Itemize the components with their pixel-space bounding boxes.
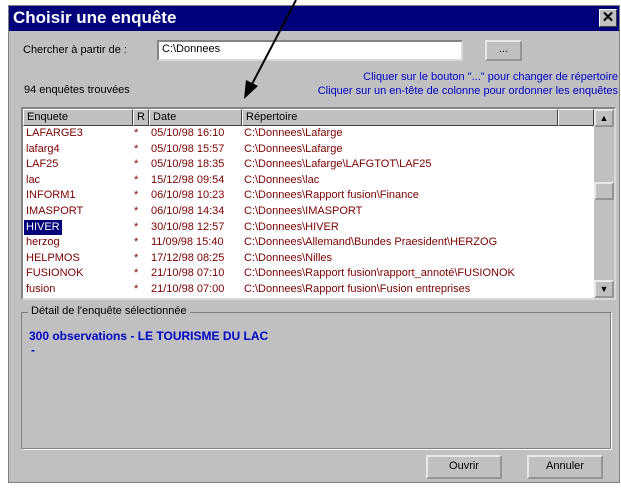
table-row[interactable]: IMASPORT * 06/10/98 14:34 C:\Donnees\IMASPO… [23, 204, 594, 220]
survey-directory: C:\Donnees\Nilles [244, 251, 333, 264]
hint-change-directory: Cliquer sur le bouton "..." pour changer… [363, 71, 618, 83]
survey-name: fusion [26, 282, 56, 295]
survey-date: 21/10/98 07:10 [151, 267, 225, 280]
table-row[interactable]: herzog * 11/09/98 15:40 C:\Donnees\Allemand… [23, 235, 594, 251]
table-row[interactable]: FUSIONOK * 21/10/98 07:10 C:\Donnees\Rappor… [23, 266, 594, 282]
table-row[interactable]: lac * 15/12/98 09:54 C:\Donnees\lac [23, 173, 594, 189]
survey-flag: * [134, 298, 138, 299]
survey-flag: * [134, 142, 139, 155]
survey-flag: * [134, 189, 139, 202]
survey-name: herzog [26, 236, 60, 249]
survey-flag: * [134, 251, 139, 264]
survey-details-group: Détail de l'enquête sélectionnée 300 obs… [21, 305, 611, 449]
survey-name: HELPMOS [26, 251, 80, 264]
hint-sort-columns: Cliquer sur un en-tête de colonne pour o… [317, 85, 618, 97]
column-header-directory[interactable]: Répertoire [242, 109, 558, 126]
browse-button[interactable]: ... [485, 40, 522, 61]
survey-name: FUSIONOK [26, 267, 84, 280]
survey-directory: C:\Donnees\Rapport fusion\Fusion entrepr… [244, 282, 471, 295]
survey-date: 08/10/98 07:28 [151, 298, 224, 299]
scroll-down-icon[interactable]: ▼ [594, 280, 614, 298]
survey-directory: C:\Donnees\Rapport fusion\rapport_annoté… [244, 267, 515, 280]
survey-flag: * [134, 220, 139, 233]
survey-directory: C:\Donnees\Lafarge [244, 127, 343, 139]
survey-directory: C:\Donnees\Lafarge [244, 142, 343, 155]
survey-directory: C:\Donnees\lac [244, 173, 320, 186]
observations-text: 300 observations - LE TOURISME DU LAC [29, 329, 269, 343]
survey-date: 30/10/98 12:57 [151, 220, 225, 233]
window-title: Choisir une enquête [13, 8, 177, 27]
survey-list: Enquete R Date Répertoire LAFARGE3 * 05/10… [21, 107, 616, 300]
survey-date: 11/09/98 15:40 [151, 236, 224, 249]
survey-directory: C:\Donnees\HIVER [244, 220, 339, 233]
search-path-input[interactable]: C:\Donnees [157, 40, 463, 61]
survey-flag: * [134, 236, 139, 249]
survey-name: LAF25 [26, 158, 59, 171]
table-row[interactable]: LAF25 * 05/10/98 18:35 C:\Donnees\Lafarge\L… [23, 157, 594, 173]
vertical-scrollbar[interactable]: ▲ ▼ [594, 109, 614, 298]
survey-directory: C:\Donnees\France Telecom [244, 298, 383, 299]
survey-date: 17/12/98 08:25 [151, 251, 225, 264]
table-row[interactable]: fusion * 21/10/98 07:00 C:\Donnees\Rapport … [23, 282, 594, 298]
details-legend: Détail de l'enquête sélectionnée [28, 305, 190, 317]
column-header-r[interactable]: R [133, 109, 149, 126]
survey-name: ftok [26, 298, 44, 299]
survey-directory: C:\Donnees\IMASPORT [244, 204, 363, 217]
survey-date: 05/10/98 16:10 [151, 127, 225, 139]
survey-flag: * [134, 204, 139, 217]
survey-flag: * [134, 158, 139, 171]
open-button[interactable]: Ouvrir [426, 455, 502, 479]
column-header-date[interactable]: Date [149, 109, 242, 126]
survey-directory: C:\Donnees\Rapport fusion\Finance [244, 189, 419, 202]
cancel-button[interactable]: Annuler [527, 455, 603, 479]
table-row[interactable]: HELPMOS * 17/12/98 08:25 C:\Donnees\Nilles [23, 251, 594, 267]
table-row[interactable]: lafarg4 * 05/10/98 15:57 C:\Donnees\Lafarge [23, 142, 594, 158]
table-row[interactable]: ftok * 08/10/98 07:28 C:\Donnees\France Tel… [23, 298, 594, 299]
survey-name: lac [26, 173, 41, 186]
column-header-enquete[interactable]: Enquete [23, 109, 133, 126]
search-from-label: Chercher à partir de : [23, 44, 127, 56]
table-row[interactable]: INFORM1 * 06/10/98 10:23 C:\Donnees\Rapport… [23, 188, 594, 204]
survey-flag: * [134, 282, 139, 295]
survey-count: 94 enquêtes trouvées [24, 84, 130, 96]
survey-date: 15/12/98 09:54 [151, 173, 225, 186]
survey-name: IMASPORT [26, 204, 84, 217]
survey-flag: * [134, 173, 139, 186]
survey-directory: C:\Donnees\Allemand\Bundes Praesident\HE… [244, 236, 498, 249]
table-row[interactable]: HIVER * 30/10/98 12:57 C:\Donnees\HIVER [23, 219, 594, 236]
survey-directory: C:\Donnees\Lafarge\LAFGTOT\LAF25 [244, 158, 432, 171]
survey-date: 05/10/98 15:57 [151, 142, 225, 155]
survey-name: LAFARGE3 [26, 127, 83, 139]
title-bar: Choisir une enquête ✕ [9, 6, 619, 31]
survey-name: lafarg4 [26, 142, 60, 155]
scroll-thumb[interactable] [594, 182, 614, 200]
survey-name: HIVER [24, 219, 62, 236]
survey-rows: LAFARGE3 * 05/10/98 16:10 C:\Donnees\Lafarg… [23, 126, 594, 299]
survey-name: INFORM1 [26, 189, 76, 202]
survey-flag: * [134, 127, 139, 139]
table-row[interactable]: LAFARGE3 * 05/10/98 16:10 C:\Donnees\Lafarg… [23, 126, 594, 142]
scroll-up-icon[interactable]: ▲ [594, 109, 614, 127]
survey-flag: * [134, 267, 139, 280]
survey-date: 06/10/98 10:23 [151, 189, 225, 202]
column-header-filler [558, 109, 594, 126]
survey-date: 05/10/98 18:35 [151, 158, 225, 171]
survey-date: 21/10/98 07:00 [151, 282, 225, 295]
details-extra: - [31, 343, 35, 357]
survey-date: 06/10/98 14:34 [151, 204, 225, 217]
close-icon[interactable]: ✕ [599, 9, 617, 27]
